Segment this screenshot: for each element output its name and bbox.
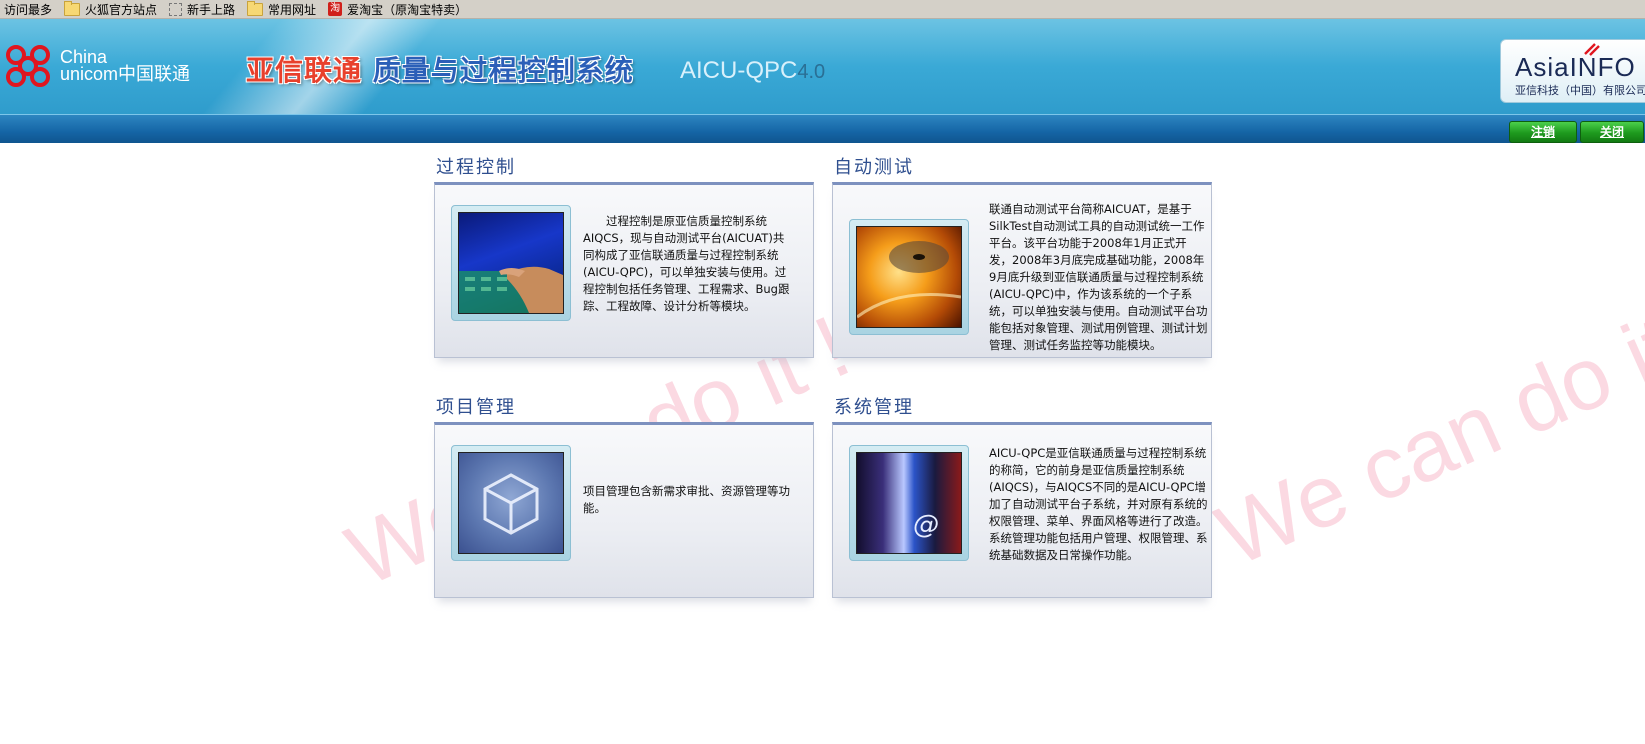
logout-button[interactable]: 注销 xyxy=(1509,121,1577,143)
panel-title[interactable]: 过程控制 xyxy=(434,154,814,182)
panel-box: @ AICU-QPC是亚信联通质量与过程控制系统的称简，它的前身是亚信质量控制系… xyxy=(832,422,1212,598)
brand-line2: unicom中国联通 xyxy=(60,64,191,84)
panel-title[interactable]: 项目管理 xyxy=(434,394,814,422)
folder-icon xyxy=(64,0,81,16)
at-sign-illustration: @ xyxy=(913,510,939,540)
bookmark-most-visited[interactable]: 访问最多 xyxy=(4,0,52,18)
unicom-knot-icon xyxy=(6,45,50,87)
partner-name: AsiaINFO xyxy=(1515,52,1636,82)
bookmark-label: 火狐官方站点 xyxy=(85,2,158,17)
bookmark-label: 常用网址 xyxy=(268,2,317,17)
panel-description: 项目管理包含新需求审批、资源管理等功能。 xyxy=(583,484,790,515)
cd-disc-illustration xyxy=(857,241,961,319)
bookmark-label: 访问最多 xyxy=(4,2,53,17)
cube-image xyxy=(458,452,564,554)
bookmarks-toolbar: 访问最多 火狐官方站点 新手上路 常用网址 淘爱淘宝（原淘宝特卖） xyxy=(0,0,1645,19)
asiainfo-logo: AsiaINFO 亚信科技（中国）有限公司 xyxy=(1500,39,1645,103)
system-title: 亚信联通 质量与过程控制系统 xyxy=(246,49,634,89)
panel-system-management: 系统管理 @ AICU-QPC是亚信联通质量与过程控制系统的称简，它的前身是亚信… xyxy=(832,394,1212,598)
glass-cube-illustration xyxy=(483,473,539,535)
brand-text: China unicom中国联通 xyxy=(60,48,191,84)
system-title-red: 亚信联通 xyxy=(246,54,363,87)
image-frame[interactable] xyxy=(451,205,571,321)
china-unicom-logo: China unicom中国联通 xyxy=(0,41,190,91)
panel-box: 项目管理包含新需求审批、资源管理等功能。 xyxy=(434,422,814,598)
nav-strip: 注销 关闭 xyxy=(0,114,1645,143)
bookmark-getting-started[interactable]: 新手上路 xyxy=(169,0,235,18)
folder-icon xyxy=(247,0,264,16)
product-label: AICU-QPC xyxy=(680,57,798,84)
panel-box: 过程控制是原亚信质量控制系统AIQCS，现与自动测试平台(AICUAT)共同构成… xyxy=(434,182,814,358)
taobao-icon: 淘 xyxy=(328,2,343,16)
image-frame[interactable]: @ xyxy=(849,445,969,561)
svg-text:@: @ xyxy=(913,510,939,540)
panel-box: 联通自动测试平台简称AICUAT，是基于SilkTest自动测试工具的自动测试统… xyxy=(832,182,1212,358)
close-button[interactable]: 关闭 xyxy=(1580,121,1644,143)
at-sign-image: @ xyxy=(856,452,962,554)
product-version: 4.0 xyxy=(797,61,826,83)
panel-title[interactable]: 系统管理 xyxy=(832,394,1212,422)
panel-auto-test: 自动测试 联通自动测试平台简称AICUAT，是基于SilkTest自动测试工具的… xyxy=(832,154,1212,358)
product-name: AICU-QPC4.0 xyxy=(680,57,825,85)
bookmark-firefox-official[interactable]: 火狐官方站点 xyxy=(64,0,157,18)
image-frame[interactable] xyxy=(849,219,969,335)
image-frame[interactable] xyxy=(451,445,571,561)
dashed-page-icon xyxy=(169,2,183,16)
touchscreen-illustration xyxy=(459,266,563,313)
panel-description: 联通自动测试平台简称AICUAT，是基于SilkTest自动测试工具的自动测试统… xyxy=(989,202,1208,352)
bookmark-aitaobao[interactable]: 淘爱淘宝（原淘宝特卖） xyxy=(328,0,467,18)
system-title-blue: 质量与过程控制系统 xyxy=(372,54,634,87)
panel-description: AICU-QPC是亚信联通质量与过程控制系统的称简，它的前身是亚信质量控制系统(… xyxy=(989,446,1208,562)
touchscreen-image xyxy=(458,212,564,314)
panel-process-control: 过程控制 过程控制是原亚信质量控制系统AIQCS，现与自动测试平台(AICUAT… xyxy=(434,154,814,358)
watermark-right: We can do it ! xyxy=(1202,276,1645,585)
bookmark-label: 爱淘宝（原淘宝特卖） xyxy=(347,2,468,17)
bookmark-common-sites[interactable]: 常用网址 xyxy=(247,0,316,18)
partner-subtitle: 亚信科技（中国）有限公司 xyxy=(1515,84,1645,97)
cd-disc-image xyxy=(856,226,962,328)
panel-title[interactable]: 自动测试 xyxy=(832,154,1212,182)
header-banner: China unicom中国联通 亚信联通 质量与过程控制系统 AICU-QPC… xyxy=(0,19,1645,114)
panel-project-management: 项目管理 项目管理包含新需求审批、资源管理等功能。 xyxy=(434,394,814,598)
bookmark-label: 新手上路 xyxy=(187,2,236,17)
panel-description: 过程控制是原亚信质量控制系统AIQCS，现与自动测试平台(AICUAT)共同构成… xyxy=(583,214,790,313)
